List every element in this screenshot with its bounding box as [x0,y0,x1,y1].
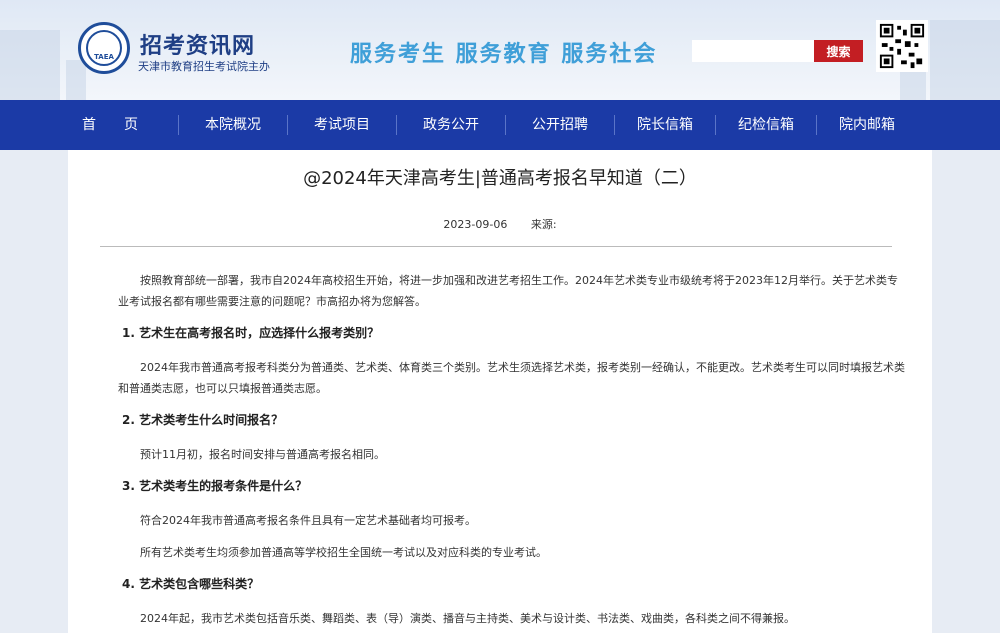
nav-item-discipline-mailbox[interactable]: 纪检信箱 [716,100,816,150]
title-divider [100,246,892,247]
paragraph: 符合2024年我市普通高考报名条件且具有一定艺术基础者均可报考。 [140,514,476,527]
right-background [932,150,1000,633]
nav-item-exams[interactable]: 考试项目 [288,100,396,150]
nav-item-about[interactable]: 本院概况 [179,100,287,150]
search-input[interactable] [692,40,814,62]
paragraph: 2024年我市普通高考报考科类分为普通类、艺术类、体育类三个类别。艺术生须选择艺… [118,361,905,395]
nav-item-home[interactable]: 首 页 [70,100,150,150]
nav-item-gov-affairs[interactable]: 政务公开 [397,100,505,150]
paragraph: 2024年起，我市艺术类包括音乐类、舞蹈类、表（导）演类、播音与主持类、美术与设… [140,612,795,625]
site-header: TAEA 招考资讯网 天津市教育招生考试院主办 服务考生 服务教育 服务社会 搜… [0,0,1000,100]
nav-item-recruitment[interactable]: 公开招聘 [506,100,614,150]
main-nav: 首 页 本院概况 考试项目 政务公开 公开招聘 院长信箱 纪检信箱 院内邮箱 [0,100,1000,150]
section-heading: 2. 艺术类考生什么时间报名？ [122,413,284,427]
section-heading: 3. 艺术类考生的报考条件是什么？ [122,479,308,493]
left-background [0,150,68,633]
paragraph: 按照教育部统一部署，我市自2024年高校招生开始，将进一步加强和改进艺考招生工作… [118,274,898,308]
qr-code-icon [876,20,928,72]
article-title: @2024年天津高考生|普通高考报名早知道（二） [303,168,697,189]
section-heading: 1. 艺术生在高考报名时，应选择什么报考类别？ [122,326,380,340]
search-button[interactable]: 搜索 [814,40,863,62]
article-source: 来源: [530,218,557,231]
article-panel: @2024年天津高考生|普通高考报名早知道（二） 2023-09-06 来源: … [68,150,932,633]
article-meta: 2023-09-06 来源: [68,216,932,232]
paragraph: 所有艺术类考生均须参加普通高等学校招生全国统一考试以及对应科类的专业考试。 [140,546,547,559]
article-body: 按照教育部统一部署，我市自2024年高校招生开始，将进一步加强和改进艺考招生工作… [118,270,908,633]
site-name[interactable]: 招考资讯网 [140,28,255,60]
nav-item-director-mailbox[interactable]: 院长信箱 [615,100,715,150]
section-heading: 4. 艺术类包含哪些科类？ [122,577,260,591]
logo-emblem-inner: TAEA [86,30,122,66]
background-building [930,20,1000,100]
slogan: 服务考生 服务教育 服务社会 [350,42,658,67]
background-building [66,60,86,100]
background-building [0,30,60,100]
site-subtitle: 天津市教育招生考试院主办 [138,60,270,73]
nav-item-internal-mail[interactable]: 院内邮箱 [817,100,917,150]
site-logo-icon[interactable]: TAEA [78,22,130,74]
paragraph: 预计11月初，报名时间安排与普通高考报名相同。 [140,448,385,461]
article-date: 2023-09-06 [443,218,508,231]
